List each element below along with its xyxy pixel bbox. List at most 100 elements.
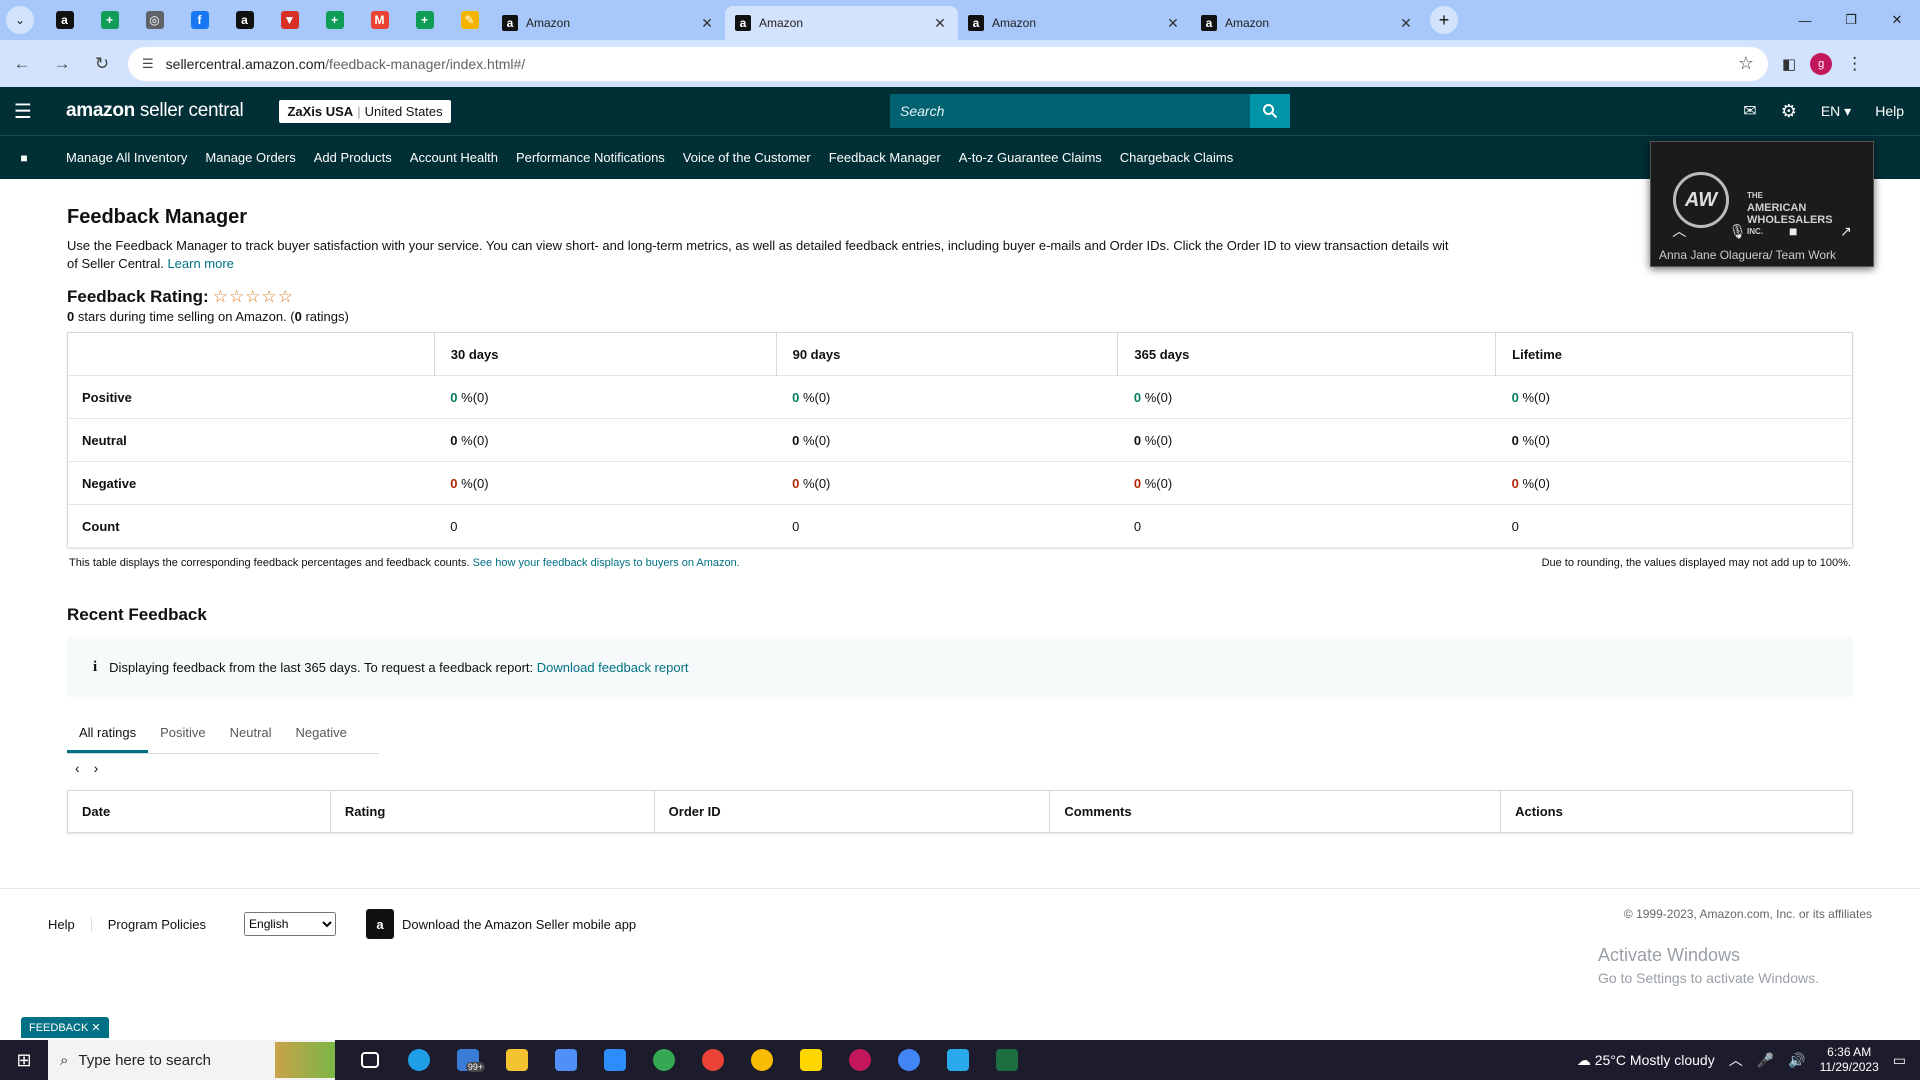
- taskbar-app[interactable]: [884, 1040, 933, 1080]
- minimize-icon[interactable]: —: [1782, 0, 1828, 40]
- taskbar-app[interactable]: [394, 1040, 443, 1080]
- pinned-tab[interactable]: +: [402, 0, 447, 40]
- taskbar-app[interactable]: [835, 1040, 884, 1080]
- pinned-tab[interactable]: a: [222, 0, 267, 40]
- url-field[interactable]: ☰ sellercentral.amazon.com/feedback-mana…: [128, 46, 1768, 81]
- pinned-tab[interactable]: f: [177, 0, 222, 40]
- nav-item[interactable]: Manage All Inventory: [66, 150, 187, 165]
- cloud-icon: ☁: [1576, 1051, 1591, 1068]
- bookmark-icon[interactable]: ■: [0, 151, 48, 165]
- weather-widget[interactable]: ☁ 25°C Mostly cloudy: [1577, 1052, 1715, 1069]
- microphone-icon[interactable]: 🎤: [1757, 1052, 1774, 1069]
- browser-tab[interactable]: a Amazon ✕: [492, 6, 725, 40]
- help-link[interactable]: Help: [1875, 103, 1904, 119]
- nav-item[interactable]: Account Health: [410, 150, 498, 165]
- search-input[interactable]: [890, 94, 1250, 128]
- site-settings-icon[interactable]: ☰: [142, 56, 154, 72]
- excel-icon: [995, 1049, 1018, 1071]
- nav-item[interactable]: Manage Orders: [205, 150, 295, 165]
- tab-search-icon[interactable]: ⌄: [6, 6, 34, 34]
- tray-chevron-icon[interactable]: ︿: [1729, 1050, 1743, 1070]
- taskbar-app[interactable]: [492, 1040, 541, 1080]
- volume-icon[interactable]: 🔊: [1788, 1052, 1805, 1069]
- taskbar-app[interactable]: 99+: [443, 1040, 492, 1080]
- taskbar-app[interactable]: [541, 1040, 590, 1080]
- nav-item[interactable]: Chargeback Claims: [1120, 150, 1233, 165]
- browser-tabs: a Amazon ✕ a Amazon ✕ a Amazon ✕ a Amazon ✕: [492, 0, 1424, 40]
- tab-close-icon[interactable]: ✕: [932, 15, 948, 32]
- taskbar-app[interactable]: [345, 1040, 394, 1080]
- pinned-tab[interactable]: M: [357, 0, 402, 40]
- taskbar-app[interactable]: [639, 1040, 688, 1080]
- notifications-icon[interactable]: ▭: [1893, 1052, 1906, 1069]
- pinned-tab[interactable]: a: [42, 0, 87, 40]
- close-icon[interactable]: ✕: [1874, 0, 1920, 40]
- nav-item[interactable]: Feedback Manager: [829, 150, 941, 165]
- nav-item[interactable]: Voice of the Customer: [683, 150, 811, 165]
- browser-tab[interactable]: a Amazon ✕: [958, 6, 1191, 40]
- metrics-column-header: Lifetime: [1495, 332, 1853, 376]
- nav-item[interactable]: Performance Notifications: [516, 150, 665, 165]
- rating-summary: 0 stars during time selling on Amazon. (…: [67, 309, 349, 324]
- recent-column-header: Date: [82, 804, 111, 819]
- feedback-widget-button[interactable]: FEEDBACK ✕: [21, 1017, 109, 1038]
- new-tab-button[interactable]: +: [1430, 6, 1458, 34]
- next-page-icon[interactable]: ›: [94, 760, 99, 776]
- mail-badge: 99+: [465, 1062, 486, 1072]
- tab-close-icon[interactable]: ✕: [1165, 15, 1181, 32]
- filter-tab[interactable]: Negative: [284, 717, 359, 753]
- seller-central-logo[interactable]: amazon seller central: [66, 100, 244, 122]
- hamburger-menu-icon[interactable]: ☰: [0, 87, 46, 135]
- filter-tab[interactable]: Neutral: [218, 717, 284, 753]
- metrics-row: Negative 0 %(0) 0 %(0) 0 %(0) 0 %(0): [67, 462, 1853, 505]
- nav-item[interactable]: A-to-z Guarantee Claims: [959, 150, 1102, 165]
- search-button[interactable]: [1250, 94, 1290, 128]
- learn-more-link[interactable]: Learn more: [167, 256, 233, 271]
- pinned-tab[interactable]: ◎: [132, 0, 177, 40]
- forward-icon[interactable]: →: [44, 46, 80, 82]
- taskbar-search[interactable]: ⌕ Type here to search: [48, 1040, 335, 1080]
- clock[interactable]: 6:36 AM 11/29/2023: [1820, 1045, 1879, 1075]
- pinned-tab[interactable]: ▼: [267, 0, 312, 40]
- side-panel-icon[interactable]: ◧: [1782, 55, 1796, 73]
- mobile-app-link[interactable]: a Download the Amazon Seller mobile app: [366, 909, 636, 939]
- metrics-row: Count 0 0 0 0: [67, 505, 1853, 548]
- file-explorer-icon: [505, 1049, 528, 1071]
- nav-item[interactable]: Add Products: [314, 150, 392, 165]
- language-selector[interactable]: EN ▾: [1821, 103, 1851, 120]
- download-report-link[interactable]: Download feedback report: [537, 660, 689, 675]
- language-select[interactable]: English: [244, 912, 337, 936]
- chrome-icon: [701, 1049, 724, 1071]
- taskbar-app[interactable]: [737, 1040, 786, 1080]
- filter-tab[interactable]: Positive: [148, 717, 218, 753]
- buyer-display-link[interactable]: See how your feedback displays to buyers…: [473, 557, 740, 569]
- telegram-icon: [946, 1049, 969, 1071]
- program-policies-link[interactable]: Program Policies: [92, 917, 222, 932]
- reload-icon[interactable]: ↻: [84, 46, 120, 82]
- filter-tab[interactable]: All ratings: [67, 717, 149, 753]
- profile-avatar[interactable]: g: [1810, 52, 1833, 75]
- browser-tab[interactable]: a Amazon ✕: [1191, 6, 1424, 40]
- taskbar-app[interactable]: [786, 1040, 835, 1080]
- taskbar-app[interactable]: [688, 1040, 737, 1080]
- bookmark-star-icon[interactable]: ☆: [1738, 53, 1754, 74]
- tab-close-icon[interactable]: ✕: [1398, 15, 1414, 32]
- taskbar-app[interactable]: [982, 1040, 1031, 1080]
- browser-tab[interactable]: a Amazon ✕: [725, 6, 958, 40]
- pinned-tab[interactable]: +: [312, 0, 357, 40]
- messages-icon[interactable]: ✉: [1743, 101, 1756, 121]
- taskbar-app[interactable]: [590, 1040, 639, 1080]
- pinned-tab[interactable]: +: [87, 0, 132, 40]
- tab-close-icon[interactable]: ✕: [699, 15, 715, 32]
- prev-page-icon[interactable]: ‹: [75, 760, 80, 776]
- restore-icon[interactable]: ❐: [1828, 0, 1874, 40]
- windows-start-icon[interactable]: ⊞: [0, 1040, 48, 1080]
- tab-title: Amazon: [992, 16, 1037, 30]
- taskbar-app[interactable]: [933, 1040, 982, 1080]
- pinned-tab[interactable]: ✎: [447, 0, 492, 40]
- footer-help-link[interactable]: Help: [48, 916, 92, 932]
- back-icon[interactable]: ←: [4, 46, 40, 82]
- browser-menu-icon[interactable]: ⋮: [1846, 54, 1863, 74]
- account-switcher[interactable]: ZaXis USA | United States: [279, 99, 451, 123]
- settings-gear-icon[interactable]: ⚙: [1781, 101, 1797, 122]
